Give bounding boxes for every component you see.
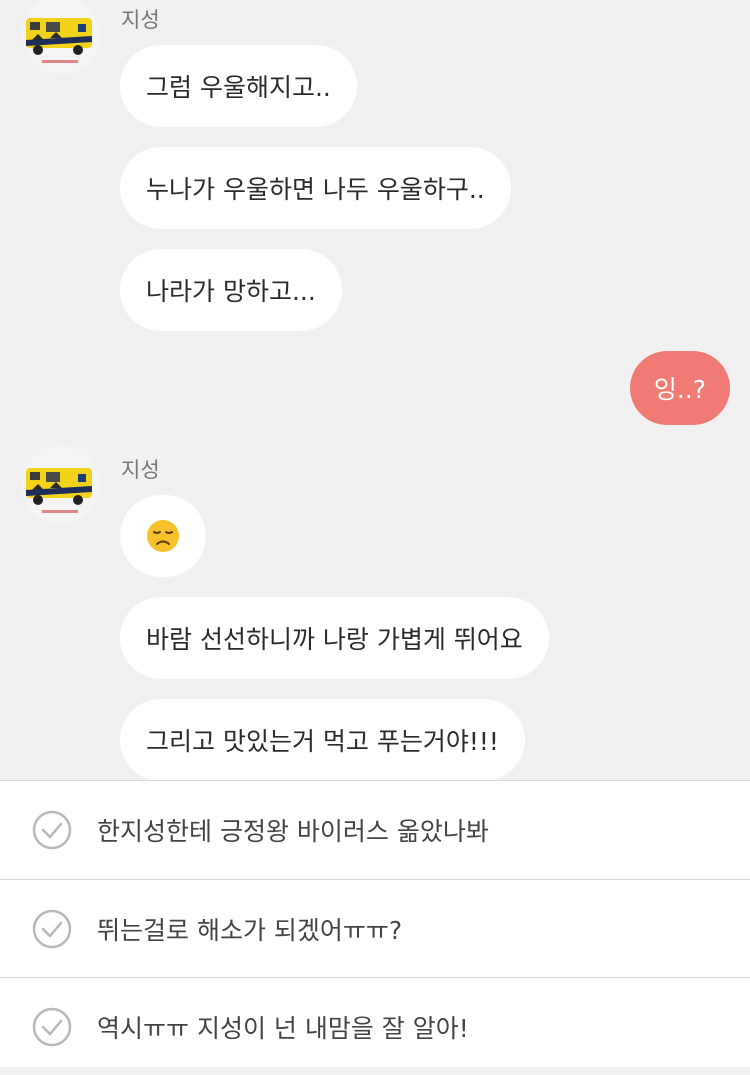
reply-option[interactable]: 한지성한테 긍정왕 바이러스 옮았나봐 (0, 781, 750, 879)
received-message[interactable]: 바람 선선하니까 나랑 가볍게 뛰어요 (120, 597, 549, 679)
received-message[interactable]: 그리고 맛있는거 먹고 푸는거야!!! (120, 699, 525, 780)
reply-option-label: 뛰는걸로 해소가 되겠어ㅠㅠ? (97, 915, 403, 945)
emoji-message[interactable] (120, 495, 206, 577)
reply-option[interactable]: 뛰는걸로 해소가 되겠어ㅠㅠ? (0, 879, 750, 977)
reply-option-label: 역시ㅠㅠ 지성이 넌 내맘을 잘 알아! (97, 1013, 469, 1043)
circle-check-icon (32, 1007, 72, 1046)
sent-message[interactable]: 잉..? (629, 351, 730, 425)
received-message[interactable]: 그럼 우울해지고.. (120, 45, 357, 127)
circle-check-icon (32, 909, 72, 948)
ambulance-icon (22, 0, 100, 74)
received-message[interactable]: 누나가 우울하면 나두 우울하구.. (120, 147, 511, 229)
circle-check-icon (32, 810, 72, 850)
disappointed-face-emoji (147, 520, 179, 552)
avatar[interactable] (22, 446, 100, 524)
received-message[interactable]: 나라가 망하고... (120, 249, 342, 331)
reply-option-label: 한지성한테 긍정왕 바이러스 옮았나봐 (97, 817, 489, 846)
sender-name: 지성 (121, 458, 160, 482)
sender-name: 지성 (121, 8, 160, 32)
reply-options: 한지성한테 긍정왕 바이러스 옮았나봐 뛰는걸로 해소가 되겠어ㅠㅠ? 역시ㅠㅠ… (0, 780, 750, 1067)
reply-option[interactable]: 역시ㅠㅠ 지성이 넌 내맘을 잘 알아! (0, 977, 750, 1075)
avatar[interactable] (22, 0, 100, 74)
chat-area[interactable]: 지성 그럼 우울해지고.. 누나가 우울하면 나두 우울하구.. 나라가 망하고… (0, 0, 750, 780)
ambulance-icon (22, 446, 100, 524)
